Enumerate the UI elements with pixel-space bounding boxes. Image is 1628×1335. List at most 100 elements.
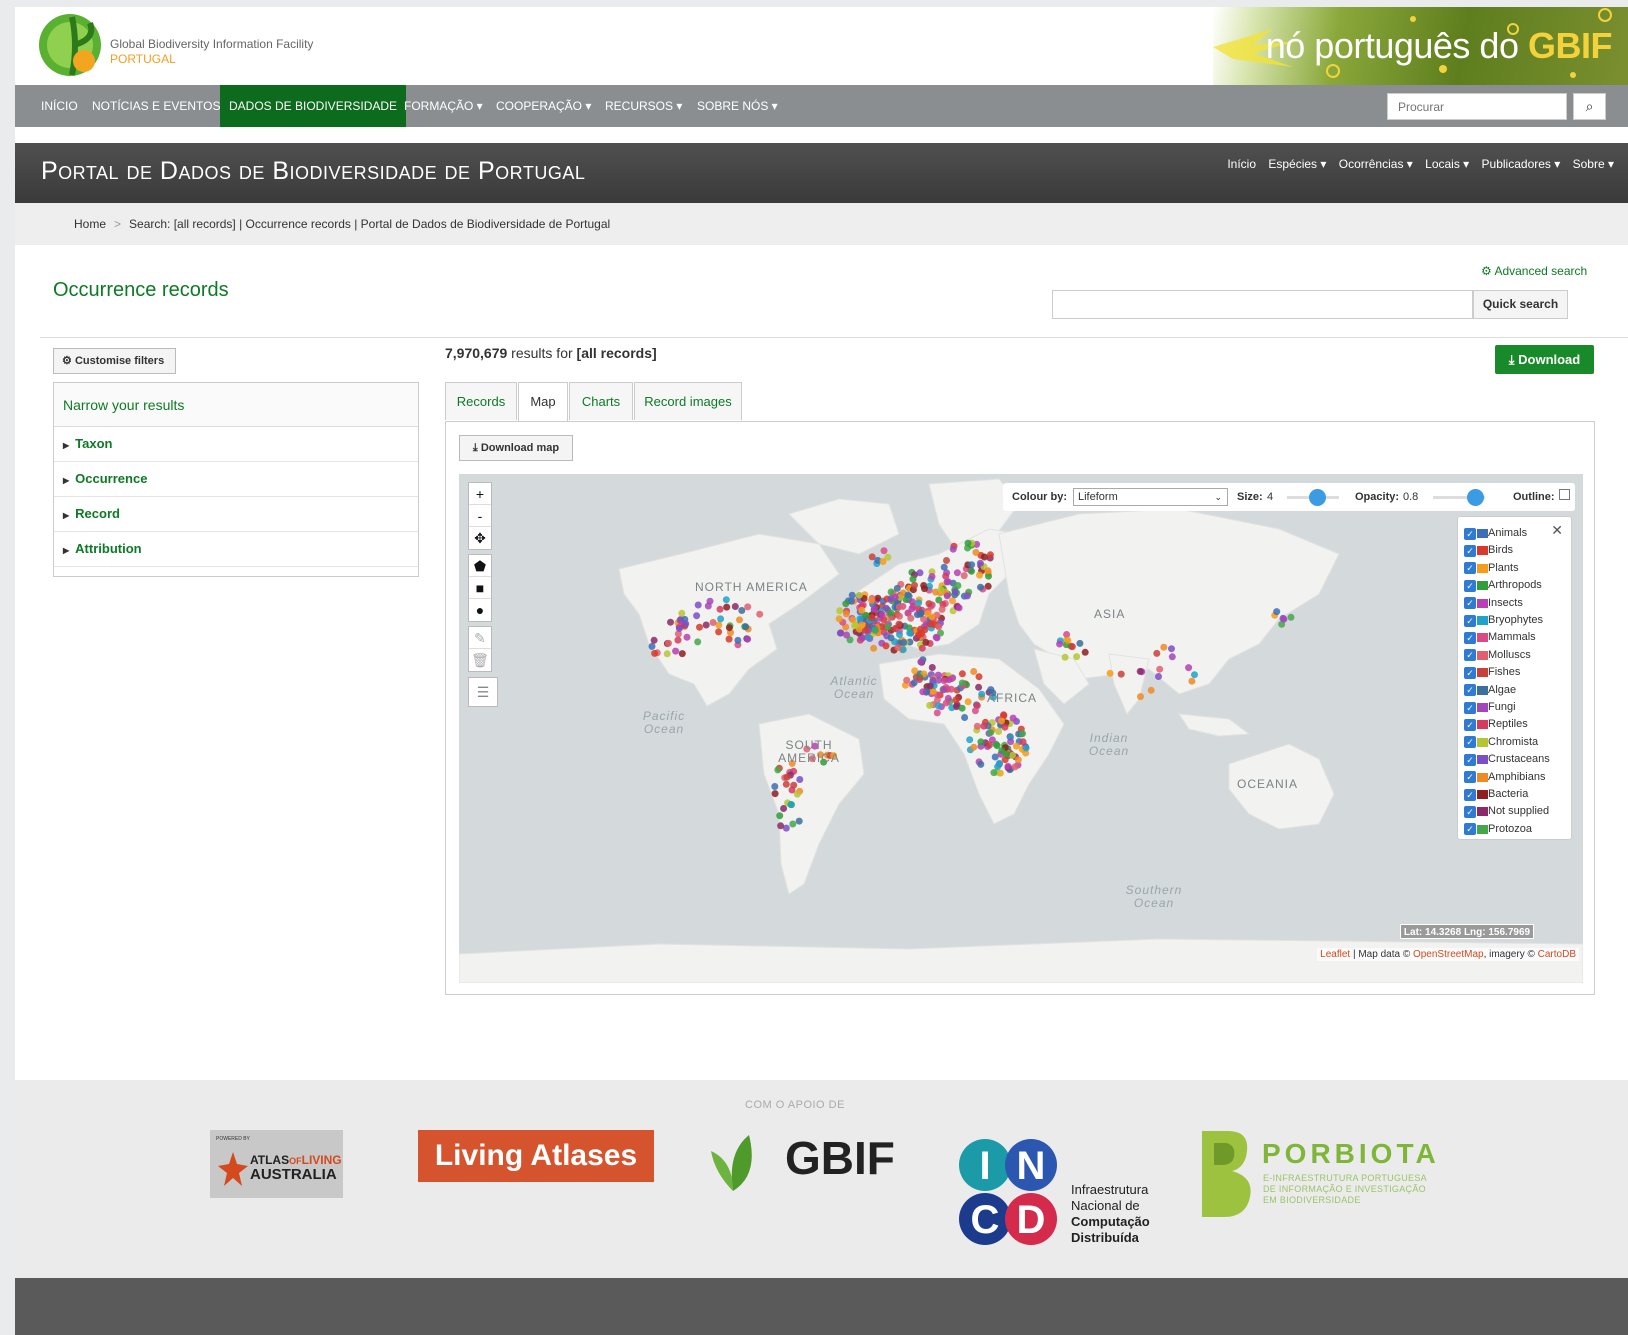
occurrence-point[interactable] [1019, 730, 1026, 738]
occurrence-point[interactable] [1156, 665, 1164, 673]
layers-button[interactable]: ☰ [468, 677, 498, 707]
occurrence-point[interactable] [951, 588, 959, 596]
occurrence-point[interactable] [851, 622, 859, 630]
legend-item-algae[interactable]: ✓ Algae [1464, 684, 1516, 702]
occurrence-point[interactable] [1287, 613, 1295, 621]
occurrence-point[interactable] [928, 573, 936, 580]
occurrence-point[interactable] [694, 638, 702, 646]
occurrence-point[interactable] [958, 704, 966, 712]
occurrence-point[interactable] [933, 709, 941, 717]
occurrence-point[interactable] [977, 738, 985, 746]
tab-map[interactable]: Map [518, 382, 568, 422]
occurrence-point[interactable] [958, 670, 966, 678]
occurrence-point[interactable] [968, 567, 975, 575]
draw-rectangle-icon[interactable]: ■ [469, 577, 491, 599]
occurrence-point[interactable] [940, 686, 948, 694]
occurrence-point[interactable] [949, 597, 956, 605]
occurrence-point[interactable] [945, 676, 953, 684]
occurrence-point[interactable] [663, 650, 671, 658]
occurrence-point[interactable] [884, 553, 892, 561]
zoom-out-button[interactable]: - [469, 505, 491, 527]
occurrence-point[interactable] [916, 676, 923, 683]
occurrence-point[interactable] [990, 769, 998, 777]
occurrence-point[interactable] [738, 607, 746, 614]
occurrence-point[interactable] [977, 760, 985, 768]
occurrence-point[interactable] [963, 592, 971, 600]
cartodb-link[interactable]: CartoDB [1538, 949, 1576, 960]
legend-item-insects[interactable]: ✓ Insects [1464, 597, 1523, 615]
occurrence-point[interactable] [903, 676, 911, 684]
size-slider[interactable] [1287, 489, 1339, 506]
occurrence-point[interactable] [651, 649, 659, 657]
occurrence-point[interactable] [744, 603, 752, 611]
occurrence-point[interactable] [922, 638, 930, 646]
legend-item-protozoa[interactable]: ✓ Protozoa [1464, 823, 1532, 841]
legend-item-birds[interactable]: ✓ Birds [1464, 544, 1513, 562]
tab-charts[interactable]: Charts [569, 382, 633, 420]
occurrence-point[interactable] [986, 551, 994, 559]
occurrence-point[interactable] [996, 759, 1003, 767]
occurrence-point[interactable] [970, 668, 978, 675]
occurrence-point[interactable] [975, 683, 983, 691]
legend-item-amphibians[interactable]: ✓ Amphibians [1464, 771, 1545, 789]
nav-formacao[interactable]: FORMAÇÃO ▾ [395, 85, 492, 127]
occurrence-point[interactable] [842, 600, 850, 608]
occurrence-point[interactable] [1056, 640, 1064, 648]
occurrence-point[interactable] [1185, 664, 1193, 672]
occurrence-point[interactable] [678, 609, 686, 617]
occurrence-point[interactable] [915, 599, 923, 607]
occurrence-point[interactable] [1191, 671, 1198, 679]
occurrence-point[interactable] [934, 702, 942, 710]
occurrence-point[interactable] [682, 620, 690, 628]
facet-attribution[interactable]: ▶ Attribution [54, 532, 418, 567]
occurrence-point[interactable] [935, 623, 943, 631]
search-button[interactable]: ⌕ [1573, 93, 1606, 120]
size-slider-handle[interactable] [1309, 489, 1326, 506]
draw-polygon-icon[interactable]: ⬟ [469, 555, 491, 577]
occurrence-point[interactable] [896, 631, 903, 638]
occurrence-point[interactable] [943, 557, 950, 564]
occurrence-point[interactable] [836, 607, 844, 615]
occurrence-point[interactable] [736, 616, 743, 624]
occurrence-point[interactable] [858, 621, 866, 629]
occurrence-point[interactable] [782, 780, 790, 788]
occurrence-point[interactable] [667, 618, 674, 626]
occurrence-point[interactable] [787, 801, 795, 808]
occurrence-point[interactable] [924, 610, 932, 618]
osm-link[interactable]: OpenStreetMap [1413, 949, 1484, 960]
occurrence-point[interactable] [880, 547, 888, 555]
quick-search-button[interactable]: Quick search [1473, 290, 1568, 319]
occurrence-point[interactable] [943, 578, 951, 586]
occurrence-point[interactable] [909, 575, 917, 583]
occurrence-point[interactable] [971, 707, 979, 715]
occurrence-point[interactable] [1009, 714, 1017, 722]
occurrence-point[interactable] [1188, 677, 1196, 685]
portal-nav-especies[interactable]: Espécies ▾ [1268, 157, 1326, 171]
incd-logo[interactable]: I N C D [955, 1137, 1067, 1249]
portal-nav-inicio[interactable]: Início [1227, 157, 1256, 171]
checkbox-checked-icon[interactable]: ✓ [1464, 527, 1476, 540]
nav-cooperacao[interactable]: COOPERAÇÃO ▾ [487, 85, 600, 127]
occurrence-point[interactable] [771, 783, 779, 790]
facet-taxon[interactable]: ▶ Taxon [54, 427, 418, 462]
occurrence-point[interactable] [906, 629, 914, 637]
breadcrumb-home[interactable]: Home [74, 217, 106, 231]
occurrence-point[interactable] [871, 626, 879, 634]
occurrence-point[interactable] [683, 633, 691, 641]
occurrence-point[interactable] [972, 548, 980, 556]
legend-item-not-supplied[interactable]: ✓ Not supplied [1464, 805, 1549, 823]
occurrence-point[interactable] [672, 647, 680, 655]
occurrence-point[interactable] [952, 696, 960, 704]
occurrence-point[interactable] [907, 614, 915, 622]
occurrence-point[interactable] [1001, 723, 1009, 731]
occurrence-point[interactable] [1061, 653, 1069, 661]
checkbox-checked-icon[interactable]: ✓ [1464, 771, 1476, 784]
site-search-input[interactable] [1387, 93, 1567, 120]
occurrence-point[interactable] [725, 635, 733, 643]
occurrence-point[interactable] [960, 572, 968, 580]
occurrence-point[interactable] [678, 650, 686, 658]
portal-nav-sobre[interactable]: Sobre ▾ [1573, 157, 1614, 171]
occurrence-point[interactable] [998, 717, 1005, 725]
tab-records[interactable]: Records [445, 382, 517, 420]
legend-item-reptiles[interactable]: ✓ Reptiles [1464, 718, 1528, 736]
